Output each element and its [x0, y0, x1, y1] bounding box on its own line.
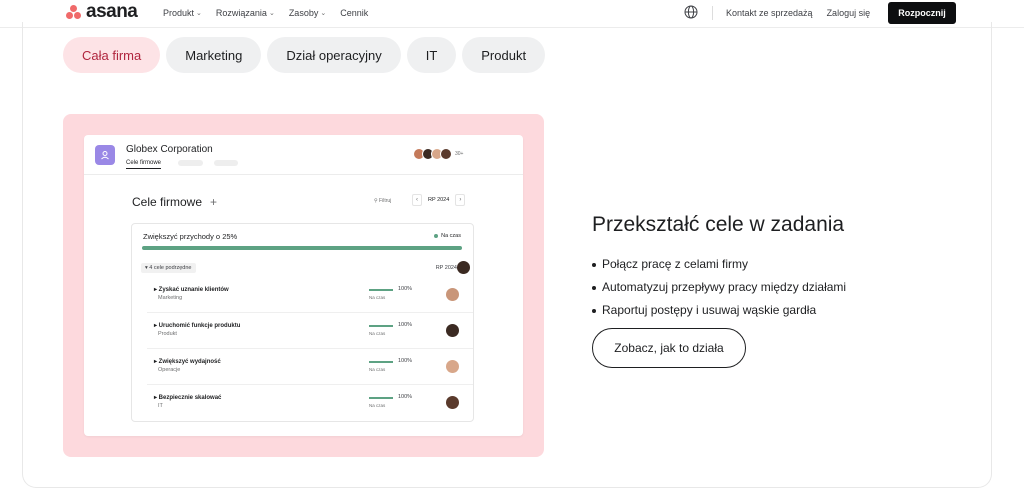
divider: [147, 348, 473, 349]
feature-bullet: Raportuj postępy i usuwaj wąskie gardła: [592, 299, 846, 322]
status-badge: Na czas: [434, 233, 461, 239]
member-avatars: 30+: [413, 148, 463, 160]
subgoal-status: Na czas: [369, 295, 386, 300]
nav-item-produkt[interactable]: Produkt ⌄: [163, 8, 202, 18]
divider: [147, 384, 473, 385]
avatar: [440, 148, 452, 160]
tab-marketing[interactable]: Marketing: [166, 37, 262, 73]
list-item: ▸ Bezpiecznie skalować IT 100% Na czas: [150, 389, 460, 425]
avatar: [446, 324, 459, 337]
contact-sales-link[interactable]: Kontakt ze sprzedażą: [726, 8, 813, 18]
subgoal-category: Marketing: [158, 295, 183, 301]
subgoal-progress-bar: [369, 397, 393, 399]
workspace-name: Globex Corporation: [126, 144, 213, 155]
tab-placeholder: [178, 160, 203, 166]
subgoal-name: ▸ Uruchomić funkcje produktu: [154, 323, 241, 329]
subgoal-name: ▸ Bezpiecznie skalować: [154, 395, 222, 401]
login-link[interactable]: Zaloguj się: [827, 8, 871, 18]
main-goal-title: Zwiększyć przychody o 25%: [143, 232, 238, 241]
see-how-it-works-button[interactable]: Zobacz, jak to działa: [592, 328, 746, 368]
subgoal-percent: 100%: [398, 286, 413, 292]
filter-button: ⚲ Filtruj: [374, 198, 392, 204]
subgoal-progress-bar: [369, 325, 393, 327]
status-text: Na czas: [441, 233, 461, 239]
subgoal-status: Na czas: [369, 367, 386, 372]
nav-item-label: Produkt: [163, 8, 195, 18]
subgoal-category: Produkt: [158, 331, 177, 337]
avatars-more-count: 30+: [455, 151, 464, 157]
subgoal-category: Operacje: [158, 367, 181, 373]
subgoal-category: IT: [158, 403, 163, 409]
avatar: [446, 288, 459, 301]
feature-bullet: Połącz pracę z celami firmy: [592, 253, 846, 276]
subgoals-chip: ▾ 4 cele podrzędne: [141, 263, 196, 273]
tab-produkt[interactable]: Produkt: [462, 37, 546, 73]
logo-text: asana: [86, 1, 138, 22]
nav-item-cennik[interactable]: Cennik: [340, 8, 368, 18]
subgoal-status: Na czas: [369, 403, 386, 408]
get-started-button[interactable]: Rozpocznij: [888, 2, 956, 24]
goal-card: Zwiększyć przychody o 25% Na czas ▾ 4 ce…: [131, 223, 474, 422]
subgoal-progress-bar: [369, 289, 393, 291]
goals-title-text: Cele firmowe: [132, 195, 203, 209]
subgoal-status: Na czas: [369, 331, 386, 336]
subgoal-percent: 100%: [398, 358, 413, 364]
divider: [147, 312, 473, 313]
logo-dots-icon: [66, 5, 82, 19]
chevron-down-icon: ⌄: [320, 10, 327, 17]
subgoal-progress-bar: [369, 361, 393, 363]
subgoals-period: RP 2024: [435, 265, 457, 271]
main-progress-bar: [142, 246, 462, 250]
chevron-down-icon: ⌄: [196, 10, 202, 17]
chevron-down-icon: ⌄: [268, 10, 275, 17]
subgoal-name: ▸ Zwiększyć wydajność: [154, 359, 221, 365]
subgoal-name: ▸ Zyskać uznanie klientów: [154, 287, 229, 293]
status-dot-icon: [434, 234, 439, 238]
globe-icon[interactable]: [684, 5, 698, 19]
goals-mockup: Globex Corporation Cele firmowe 30+ Cele…: [84, 135, 523, 436]
avatar: [457, 261, 470, 274]
department-tabs: Cała firma Marketing Dział operacyjny IT…: [63, 37, 546, 73]
tab-it[interactable]: IT: [406, 37, 457, 73]
feature-bullets: Połącz pracę z celami firmy Automatyzuj …: [592, 253, 846, 322]
avatar: [446, 396, 459, 409]
avatar: [446, 360, 459, 373]
asana-logo[interactable]: asana: [66, 1, 138, 22]
workspace-icon: [95, 145, 115, 165]
tab-cala-firma[interactable]: Cała firma: [63, 37, 161, 73]
goals-title: Cele firmowe +: [132, 195, 217, 209]
tab-dzial-operacyjny[interactable]: Dział operacyjny: [267, 37, 401, 73]
nav-right: Kontakt ze sprzedażą Zaloguj się: [726, 8, 870, 18]
nav-menu: Produkt ⌄ Rozwiązania ⌄ Zasoby ⌄ Cennik: [163, 8, 368, 18]
workspace-tab: Cele firmowe: [126, 160, 162, 169]
chevron-left-icon: ‹: [412, 194, 422, 206]
mockup-header: Globex Corporation Cele firmowe 30+: [84, 135, 523, 175]
feature-heading: Przekształć cele w zadania: [592, 213, 845, 236]
add-goal-icon: +: [210, 195, 218, 209]
chevron-right-icon: ›: [455, 194, 466, 206]
nav-item-label: Zasoby: [288, 8, 319, 18]
feature-bullet: Automatyzuj przepływy pracy między dział…: [592, 276, 846, 299]
nav-divider: [712, 6, 713, 20]
nav-item-label: Cennik: [340, 8, 369, 18]
period-label: RP 2024: [428, 197, 450, 203]
subgoal-percent: 100%: [398, 322, 413, 328]
subgoal-percent: 100%: [398, 394, 413, 400]
nav-item-rozwiazania[interactable]: Rozwiązania ⌄: [216, 8, 275, 18]
tab-placeholder: [214, 160, 238, 166]
period-selector: ‹ RP 2024 ›: [412, 194, 466, 206]
nav-item-label: Rozwiązania: [215, 8, 267, 18]
nav-item-zasoby[interactable]: Zasoby ⌄: [289, 8, 326, 18]
